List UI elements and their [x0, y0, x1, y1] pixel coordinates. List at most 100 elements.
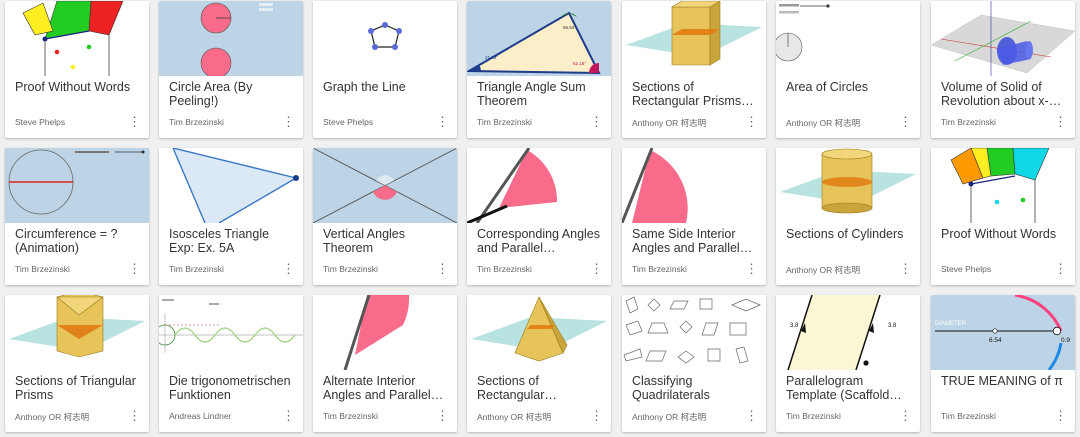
thumbnail[interactable]: [5, 148, 149, 223]
card-vertical-angles[interactable]: Vertical Angles Theorem Tim Brzezinski ⋮: [313, 148, 457, 285]
card-circumference[interactable]: Circumference = ? (Animation) Tim Brzezi…: [5, 148, 149, 285]
card-author[interactable]: Anthony OR 柯志明: [632, 411, 706, 423]
thumbnail[interactable]: [313, 148, 457, 223]
thumbnail[interactable]: [159, 295, 303, 370]
card-sections-triangular-prisms[interactable]: Sections of Triangular Prisms Anthony OR…: [5, 295, 149, 432]
card-triangle-angle-sum[interactable]: 66.94° 21.98° 62.18° Triangle Angle Sum …: [467, 1, 611, 138]
thumbnail[interactable]: [159, 148, 303, 223]
card-title[interactable]: Circle Area (By Peeling!): [169, 80, 295, 108]
thumbnail[interactable]: [5, 295, 149, 370]
card-author[interactable]: Tim Brzezinski: [941, 117, 996, 127]
card-title[interactable]: Isosceles Triangle Exp: Ex. 5A: [169, 227, 295, 255]
card-proof-without-words[interactable]: Proof Without Words Steve Phelps ⋮: [5, 1, 149, 138]
card-author[interactable]: Tim Brzezinski: [323, 264, 378, 274]
card-title[interactable]: Proof Without Words: [941, 227, 1067, 255]
more-menu-icon[interactable]: ⋮: [590, 262, 603, 275]
card-circle-area[interactable]: Circle Area (By Peeling!) Tim Brzezinski…: [159, 1, 303, 138]
card-parallelogram-template[interactable]: 3.8 3.8 Parallelogram Template (Scaffold…: [776, 295, 920, 432]
more-menu-icon[interactable]: ⋮: [128, 262, 141, 275]
more-menu-icon[interactable]: ⋮: [282, 409, 295, 422]
card-title[interactable]: Parallelogram Template (Scaffold…: [786, 374, 912, 402]
card-true-meaning-of-pi[interactable]: DIAMETER 6.54 0.9 TRUE MEANING of π Tim …: [931, 295, 1075, 432]
more-menu-icon[interactable]: ⋮: [745, 409, 758, 422]
card-alternate-interior[interactable]: Alternate Interior Angles and Parallel… …: [313, 295, 457, 432]
card-author[interactable]: Tim Brzezinski: [477, 117, 532, 127]
card-author[interactable]: Anthony OR 柯志明: [786, 117, 860, 129]
thumbnail[interactable]: [622, 1, 766, 76]
thumbnail[interactable]: [313, 295, 457, 370]
card-volume-solid-revolution[interactable]: Volume of Solid of Revolution about x-… …: [931, 1, 1075, 138]
card-author[interactable]: Tim Brzezinski: [786, 411, 841, 421]
card-title[interactable]: Proof Without Words: [15, 80, 141, 108]
card-same-side-interior[interactable]: Same Side Interior Angles and Parallel… …: [622, 148, 766, 285]
card-title[interactable]: Die trigonometrischen Funktionen: [169, 374, 295, 402]
card-author[interactable]: Anthony OR 柯志明: [786, 264, 860, 276]
card-title[interactable]: Vertical Angles Theorem: [323, 227, 449, 255]
card-title[interactable]: Same Side Interior Angles and Parallel…: [632, 227, 758, 255]
card-author[interactable]: Anthony OR 柯志明: [477, 411, 551, 423]
thumbnail[interactable]: [467, 148, 611, 223]
card-isosceles-triangle[interactable]: Isosceles Triangle Exp: Ex. 5A Tim Brzez…: [159, 148, 303, 285]
card-title[interactable]: Sections of Rectangular Prisms…: [632, 80, 758, 108]
more-menu-icon[interactable]: ⋮: [128, 115, 141, 128]
card-author[interactable]: Tim Brzezinski: [15, 264, 70, 274]
thumbnail[interactable]: DIAMETER 6.54 0.9: [931, 295, 1075, 370]
card-graph-the-line[interactable]: Graph the Line Steve Phelps ⋮: [313, 1, 457, 138]
card-sections-of-cylinders[interactable]: Sections of Cylinders Anthony OR 柯志明 ⋮: [776, 148, 920, 285]
more-menu-icon[interactable]: ⋮: [745, 115, 758, 128]
card-author[interactable]: Tim Brzezinski: [941, 411, 996, 421]
card-author[interactable]: Steve Phelps: [323, 117, 373, 127]
card-title[interactable]: Classifying Quadrilaterals: [632, 374, 758, 402]
more-menu-icon[interactable]: ⋮: [745, 262, 758, 275]
more-menu-icon[interactable]: ⋮: [590, 115, 603, 128]
thumbnail[interactable]: [5, 1, 149, 76]
card-area-of-circles[interactable]: Area of Circles Anthony OR 柯志明 ⋮: [776, 1, 920, 138]
thumbnail[interactable]: [776, 148, 920, 223]
more-menu-icon[interactable]: ⋮: [899, 115, 912, 128]
card-title[interactable]: Circumference = ? (Animation): [15, 227, 141, 255]
thumbnail[interactable]: 3.8 3.8: [776, 295, 920, 370]
card-trig-functions[interactable]: Die trigonometrischen Funktionen Andreas…: [159, 295, 303, 432]
card-author[interactable]: Tim Brzezinski: [169, 264, 224, 274]
card-author[interactable]: Tim Brzezinski: [169, 117, 224, 127]
card-author[interactable]: Tim Brzezinski: [477, 264, 532, 274]
more-menu-icon[interactable]: ⋮: [128, 409, 141, 422]
card-author[interactable]: Tim Brzezinski: [323, 411, 378, 421]
card-title[interactable]: Sections of Cylinders: [786, 227, 912, 255]
thumbnail[interactable]: [622, 295, 766, 370]
card-sections-rectangular-pyramid[interactable]: Sections of Rectangular… Anthony OR 柯志明 …: [467, 295, 611, 432]
thumbnail[interactable]: [159, 1, 303, 76]
card-title[interactable]: Alternate Interior Angles and Parallel…: [323, 374, 449, 402]
card-author[interactable]: Steve Phelps: [15, 117, 65, 127]
card-classifying-quadrilaterals[interactable]: Classifying Quadrilaterals Anthony OR 柯志…: [622, 295, 766, 432]
thumbnail[interactable]: [776, 1, 920, 76]
more-menu-icon[interactable]: ⋮: [899, 409, 912, 422]
more-menu-icon[interactable]: ⋮: [1054, 409, 1067, 422]
thumbnail[interactable]: [931, 148, 1075, 223]
card-proof-without-words-2[interactable]: Proof Without Words Steve Phelps ⋮: [931, 148, 1075, 285]
more-menu-icon[interactable]: ⋮: [1054, 262, 1067, 275]
more-menu-icon[interactable]: ⋮: [282, 262, 295, 275]
thumbnail[interactable]: [313, 1, 457, 76]
card-title[interactable]: Triangle Angle Sum Theorem: [477, 80, 603, 108]
thumbnail[interactable]: 66.94° 21.98° 62.18°: [467, 1, 611, 76]
more-menu-icon[interactable]: ⋮: [590, 409, 603, 422]
card-title[interactable]: Corresponding Angles and Parallel…: [477, 227, 603, 255]
more-menu-icon[interactable]: ⋮: [436, 115, 449, 128]
more-menu-icon[interactable]: ⋮: [436, 409, 449, 422]
card-author[interactable]: Andreas Lindner: [169, 411, 231, 421]
more-menu-icon[interactable]: ⋮: [436, 262, 449, 275]
card-sections-rect-prisms[interactable]: Sections of Rectangular Prisms… Anthony …: [622, 1, 766, 138]
card-author[interactable]: Tim Brzezinski: [632, 264, 687, 274]
more-menu-icon[interactable]: ⋮: [1054, 115, 1067, 128]
card-title[interactable]: TRUE MEANING of π: [941, 374, 1067, 402]
card-title[interactable]: Graph the Line: [323, 80, 449, 108]
card-corresponding-angles[interactable]: Corresponding Angles and Parallel… Tim B…: [467, 148, 611, 285]
card-author[interactable]: Anthony OR 柯志明: [15, 411, 89, 423]
more-menu-icon[interactable]: ⋮: [282, 115, 295, 128]
thumbnail[interactable]: [622, 148, 766, 223]
card-title[interactable]: Sections of Rectangular…: [477, 374, 603, 402]
thumbnail[interactable]: [931, 1, 1075, 76]
card-title[interactable]: Sections of Triangular Prisms: [15, 374, 141, 402]
more-menu-icon[interactable]: ⋮: [899, 262, 912, 275]
